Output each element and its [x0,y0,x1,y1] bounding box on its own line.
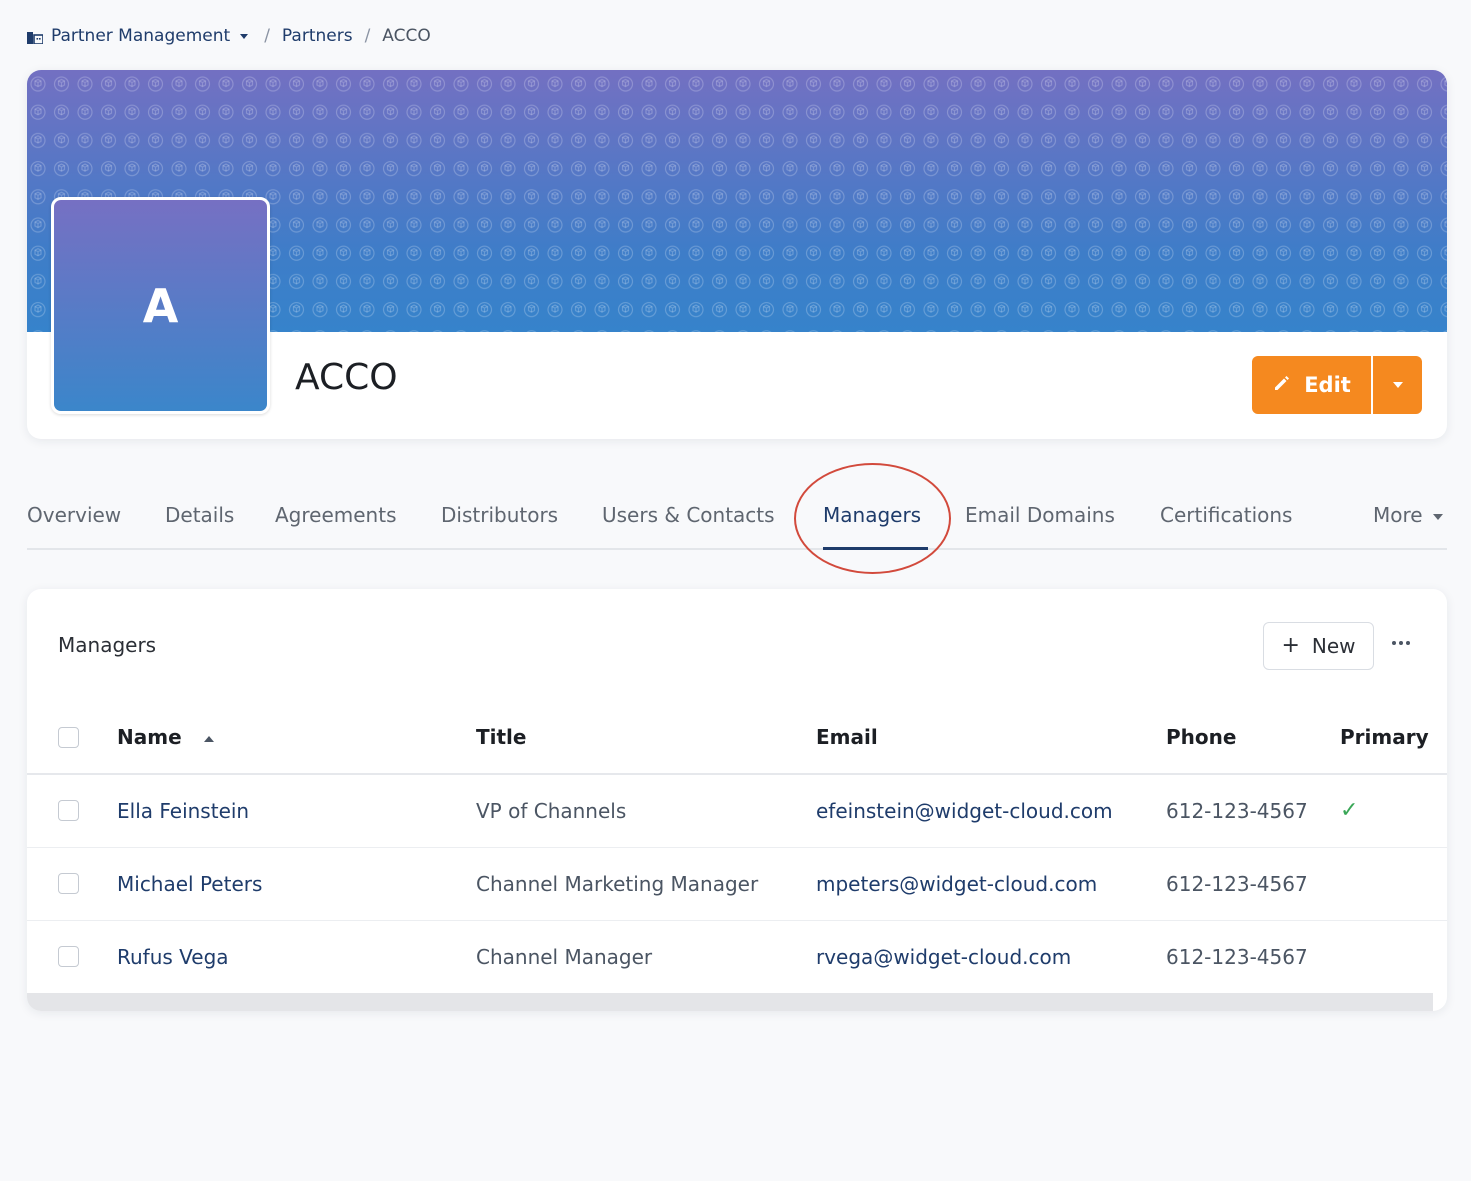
manager-phone: 612-123-4567 [1166,871,1308,896]
manager-title: Channel Marketing Manager [476,871,759,896]
breadcrumb-current: ACCO [382,26,431,46]
breadcrumb-partner-management[interactable]: Partner Management [51,26,230,46]
sort-ascending-icon [203,735,214,742]
edit-button[interactable]: Edit [1252,356,1371,414]
edit-label: Edit [1304,373,1351,397]
building-icon [27,29,44,45]
select-all-checkbox[interactable] [58,726,79,748]
column-header-email[interactable]: Email [816,701,1166,774]
breadcrumb-partners[interactable]: Partners [282,26,353,46]
partner-page: Partner Management / Partners / ACCO ACC… [0,0,1471,1181]
breadcrumb: Partner Management / Partners / ACCO [27,24,431,48]
tab-more[interactable]: More [1373,503,1443,527]
column-header-name[interactable]: Name [117,701,476,774]
horizontal-scrollbar[interactable] [27,993,1433,1011]
manager-phone: 612-123-4567 [1166,798,1308,823]
table-row: Ella Feinstein VP of Channels efeinstein… [27,774,1447,847]
managers-card-title: Managers [58,633,157,657]
manager-name-link[interactable]: Rufus Vega [117,945,229,969]
manager-phone: 612-123-4567 [1166,944,1308,969]
row-checkbox[interactable] [58,800,79,822]
pencil-icon [1272,373,1292,398]
tab-email-domains[interactable]: Email Domains [965,503,1115,527]
manager-name-link[interactable]: Michael Peters [117,872,262,896]
row-checkbox[interactable] [58,873,79,894]
chevron-down-icon[interactable] [240,33,249,39]
new-manager-button[interactable]: + New [1263,622,1374,670]
manager-title: VP of Channels [476,798,627,823]
edit-dropdown-toggle[interactable] [1371,356,1422,414]
primary-cell [1340,920,1447,993]
table-header-row: Name Title Email Phone Primary [27,701,1447,774]
tab-more-label: More [1373,503,1423,527]
row-checkbox[interactable] [58,946,79,968]
primary-cell [1340,847,1447,920]
avatar-letter: A [142,278,179,333]
managers-table: Name Title Email Phone Primary Ella Fein… [27,701,1447,993]
tab-certifications[interactable]: Certifications [1160,503,1292,527]
chevron-down-icon [1392,382,1403,388]
table-row: Michael Peters Channel Marketing Manager… [27,847,1447,920]
manager-name-link[interactable]: Ella Feinstein [117,799,249,823]
chevron-down-icon [1432,513,1443,520]
manager-email-link[interactable]: efeinstein@widget-cloud.com [816,799,1113,823]
partner-avatar: A [51,197,270,414]
table-row: Rufus Vega Channel Manager rvega@widget-… [27,920,1447,993]
more-options-icon[interactable] [1387,631,1415,655]
column-header-primary[interactable]: Primary [1340,701,1447,774]
manager-email-link[interactable]: rvega@widget-cloud.com [816,945,1071,969]
managers-card: Managers + New Name Title Email Phone Pr… [27,589,1447,1011]
partner-name: ACCO [295,357,398,398]
new-button-label: New [1311,634,1356,658]
manager-title: Channel Manager [476,944,653,969]
tab-managers[interactable]: Managers [823,503,921,527]
tab-distributors[interactable]: Distributors [441,503,558,527]
plus-icon: + [1281,633,1300,658]
tab-overview[interactable]: Overview [27,503,121,527]
active-tab-indicator [823,547,928,550]
breadcrumb-separator: / [364,26,371,46]
tab-users-contacts[interactable]: Users & Contacts [602,503,775,527]
manager-email-link[interactable]: mpeters@widget-cloud.com [816,872,1097,896]
checkmark-icon: ✓ [1340,798,1359,824]
partner-tabs: Overview Details Agreements Distributors… [27,495,1447,550]
column-header-phone[interactable]: Phone [1166,701,1340,774]
select-all-cell [27,701,117,774]
edit-button-group: Edit [1252,356,1422,414]
tab-agreements[interactable]: Agreements [275,503,397,527]
column-name-label: Name [117,725,182,749]
tab-details[interactable]: Details [165,503,234,527]
breadcrumb-separator: / [264,26,270,46]
column-header-title[interactable]: Title [476,701,816,774]
